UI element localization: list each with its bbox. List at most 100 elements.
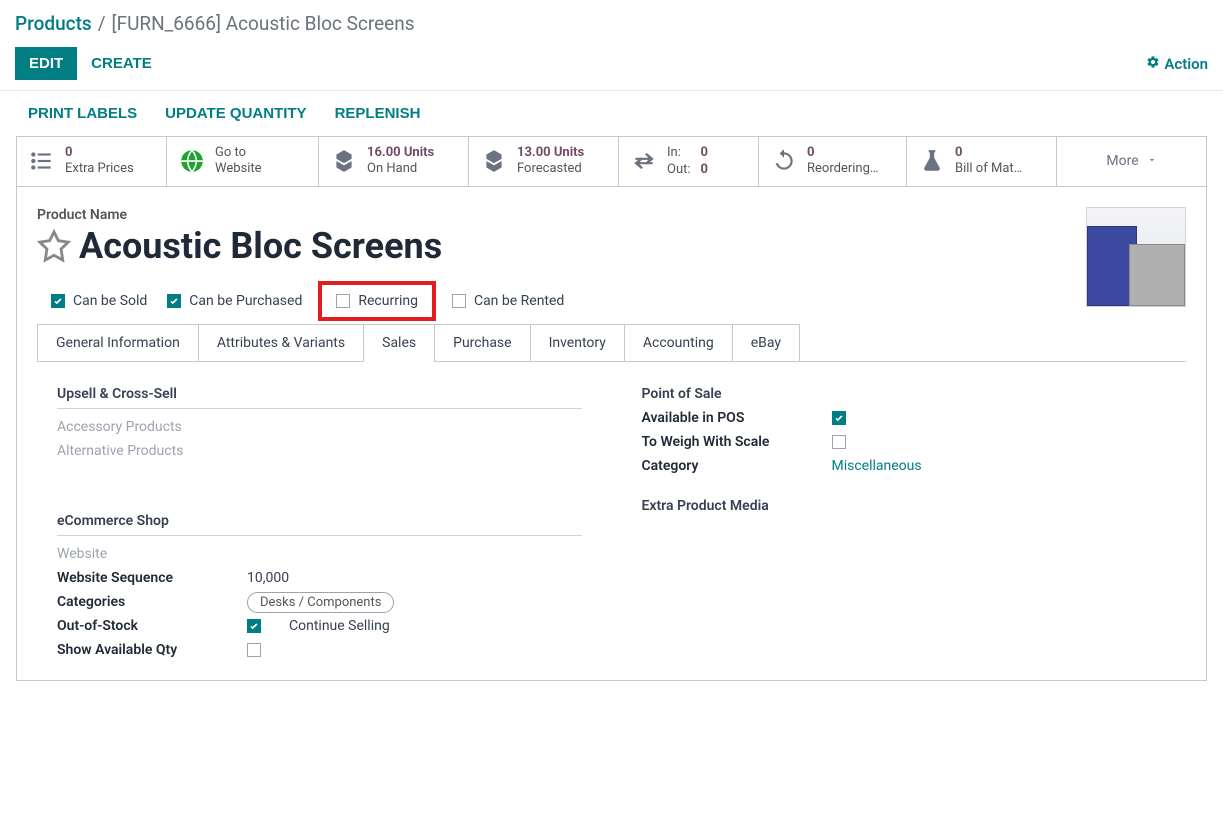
list-icon: [29, 148, 55, 174]
checkbox-icon: [336, 294, 350, 308]
show-available-qty-label: Show Available Qty: [57, 642, 247, 658]
product-name-label: Product Name: [37, 207, 1186, 223]
tab-inventory[interactable]: Inventory: [530, 324, 624, 362]
stat-extra-label: Extra Prices: [65, 161, 134, 177]
recurring-label: Recurring: [358, 293, 418, 309]
transfer-icon: [631, 148, 657, 174]
action-bar: EDIT CREATE Action: [0, 39, 1223, 91]
out-of-stock-label: Out-of-Stock: [57, 618, 247, 634]
stat-row: 0 Extra Prices Go to Website 16.00 Units…: [17, 137, 1206, 187]
gear-icon: [1146, 55, 1160, 73]
checkbox-icon: [51, 294, 65, 308]
stat-website-label: Website: [215, 161, 262, 177]
ecommerce-title: eCommerce Shop: [57, 513, 582, 536]
pos-title: Point of Sale: [642, 386, 1167, 402]
checkbox-icon: [167, 294, 181, 308]
available-pos-checkbox[interactable]: [832, 411, 862, 425]
category-tag[interactable]: Desks / Components: [247, 592, 394, 613]
checkbox-icon: [832, 435, 846, 449]
stat-reorder-value: 0: [807, 145, 879, 161]
boxes-icon: [331, 148, 357, 174]
tab-purchase[interactable]: Purchase: [434, 324, 529, 362]
boxes-icon: [481, 148, 507, 174]
stat-go-to-website[interactable]: Go to Website: [167, 137, 319, 186]
category-link[interactable]: Miscellaneous: [832, 458, 922, 474]
website-sequence-label: Website Sequence: [57, 570, 247, 586]
flask-icon: [919, 148, 945, 174]
more-label: More: [1106, 153, 1138, 169]
tab-accounting[interactable]: Accounting: [624, 324, 732, 362]
stat-more[interactable]: More: [1057, 137, 1206, 186]
product-image[interactable]: [1086, 207, 1186, 307]
extra-product-media-title: Extra Product Media: [642, 498, 1167, 514]
upsell-title: Upsell & Cross-Sell: [57, 386, 582, 409]
can-be-purchased-checkbox[interactable]: Can be Purchased: [167, 293, 302, 309]
tab-ebay[interactable]: eBay: [732, 324, 800, 362]
stat-in-value: 0: [701, 145, 708, 160]
replenish-button[interactable]: REPLENISH: [335, 105, 421, 122]
weigh-checkbox[interactable]: [832, 435, 862, 449]
stat-bom-label: Bill of Mat…: [955, 161, 1022, 177]
can-be-sold-label: Can be Sold: [73, 293, 147, 309]
stat-website-goto: Go to: [215, 145, 262, 161]
alternative-products-label: Alternative Products: [57, 443, 247, 459]
create-button[interactable]: CREATE: [77, 47, 166, 80]
continue-selling-label: Continue Selling: [289, 618, 390, 634]
out-of-stock-checkbox[interactable]: [247, 619, 277, 633]
recurring-checkbox[interactable]: Recurring: [336, 293, 418, 309]
product-image-panel: [1129, 244, 1185, 306]
sales-panel: Upsell & Cross-Sell Accessory Products A…: [37, 362, 1186, 680]
print-labels-button[interactable]: PRINT LABELS: [28, 105, 137, 122]
tabs: General Information Attributes & Variant…: [37, 323, 1186, 362]
show-available-qty-checkbox[interactable]: [247, 643, 277, 657]
edit-button[interactable]: EDIT: [15, 47, 77, 80]
caret-down-icon: [1147, 153, 1157, 169]
product-flags: Can be Sold Can be Purchased Recurring C…: [51, 293, 1186, 309]
stat-on-hand[interactable]: 16.00 Units On Hand: [319, 137, 469, 186]
stat-out-value: 0: [701, 162, 708, 177]
tab-general-information[interactable]: General Information: [37, 324, 198, 362]
stat-forecasted[interactable]: 13.00 Units Forecasted: [469, 137, 619, 186]
star-icon[interactable]: [37, 229, 71, 263]
form-card: 0 Extra Prices Go to Website 16.00 Units…: [16, 136, 1207, 681]
recurring-highlight: Recurring: [318, 281, 436, 321]
stat-extra-value: 0: [65, 145, 134, 161]
breadcrumb-current: [FURN_6666] Acoustic Bloc Screens: [112, 12, 415, 35]
can-be-rented-label: Can be Rented: [474, 293, 564, 309]
action-label: Action: [1164, 55, 1208, 73]
website-sequence-value: 10,000: [247, 570, 289, 586]
checkbox-icon: [247, 643, 261, 657]
subtoolbar: PRINT LABELS UPDATE QUANTITY REPLENISH: [0, 91, 1223, 136]
accessory-products-label: Accessory Products: [57, 419, 247, 435]
stat-reordering[interactable]: 0 Reordering…: [759, 137, 907, 186]
weigh-label: To Weigh With Scale: [642, 434, 832, 450]
tab-sales[interactable]: Sales: [363, 324, 434, 362]
globe-icon: [179, 148, 205, 174]
breadcrumb-sep: /: [98, 12, 106, 35]
stat-bom-value: 0: [955, 145, 1022, 161]
product-name: Acoustic Bloc Screens: [79, 225, 442, 267]
stat-extra-prices[interactable]: 0 Extra Prices: [17, 137, 167, 186]
update-quantity-button[interactable]: UPDATE QUANTITY: [165, 105, 306, 122]
stat-forecast-label: Forecasted: [517, 161, 584, 177]
stat-reorder-label: Reordering…: [807, 161, 879, 177]
can-be-rented-checkbox[interactable]: Can be Rented: [452, 293, 564, 309]
category-label: Category: [642, 458, 832, 474]
refresh-icon: [771, 148, 797, 174]
stat-out-label: Out:: [667, 162, 691, 177]
breadcrumb-root[interactable]: Products: [15, 12, 92, 35]
stat-onhand-label: On Hand: [367, 161, 434, 177]
stat-in-out[interactable]: In: 0 Out: 0: [619, 137, 759, 186]
form-body: Product Name Acoustic Bloc Screens Can b…: [17, 187, 1206, 680]
categories-label: Categories: [57, 594, 247, 610]
checkbox-icon: [247, 619, 261, 633]
can-be-purchased-label: Can be Purchased: [189, 293, 302, 309]
action-menu[interactable]: Action: [1146, 55, 1208, 73]
checkbox-icon: [832, 411, 846, 425]
stat-bom[interactable]: 0 Bill of Mat…: [907, 137, 1057, 186]
stat-forecast-value: 13.00 Units: [517, 145, 584, 161]
can-be-sold-checkbox[interactable]: Can be Sold: [51, 293, 147, 309]
tab-attributes-variants[interactable]: Attributes & Variants: [198, 324, 363, 362]
website-label: Website: [57, 546, 247, 562]
stat-in-label: In:: [667, 145, 691, 160]
